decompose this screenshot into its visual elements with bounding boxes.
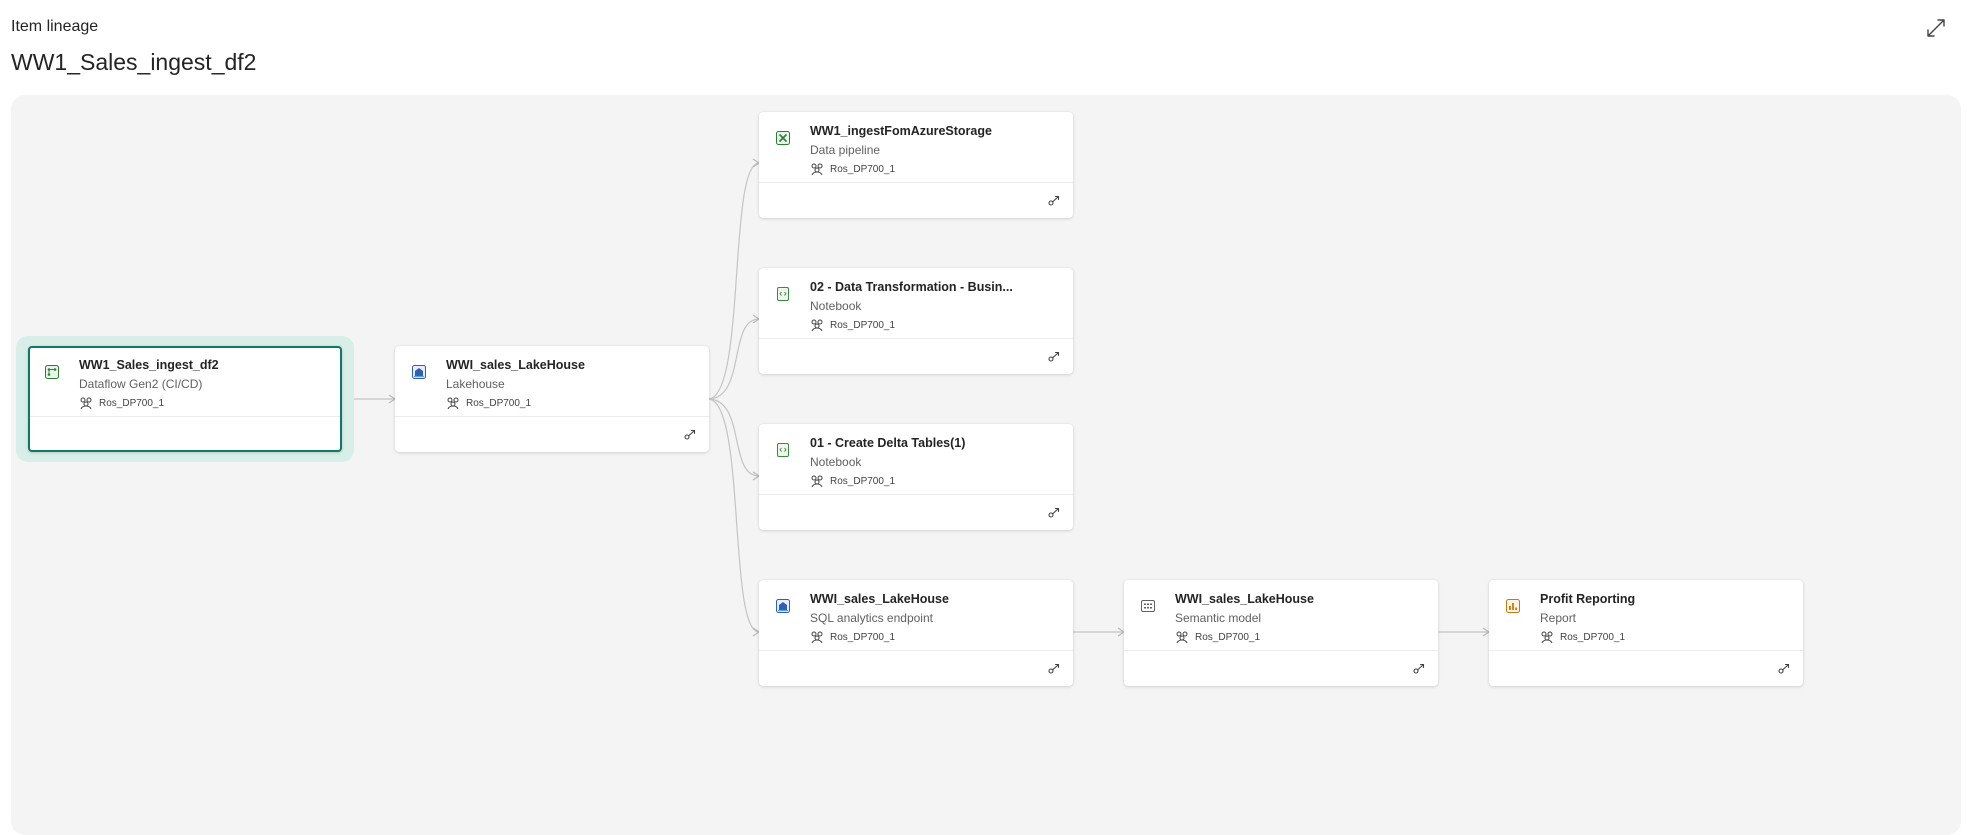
notebook-icon [777, 287, 789, 301]
lineage-node-report[interactable]: Profit Reporting Report Ros_DP700_1 [1489, 580, 1803, 686]
lineage-node-semantic-model[interactable]: WWI_sales_LakeHouse Semantic model Ros_D… [1124, 580, 1438, 686]
workspace-icon [811, 163, 823, 176]
node-type: Lakehouse [446, 377, 505, 391]
node-type: Data pipeline [810, 143, 881, 157]
node-type: Report [1540, 611, 1577, 625]
node-type: Notebook [810, 299, 862, 313]
page-title: WW1_Sales_ingest_df2 [11, 49, 257, 75]
lakehouse-icon [412, 365, 426, 379]
node-divider [395, 416, 709, 417]
workspace-icon [80, 397, 92, 410]
edge-lakehouse-to-pipeline [707, 162, 760, 400]
workspace-icon [1541, 631, 1553, 644]
node-workspace: Ros_DP700_1 [1560, 632, 1626, 643]
node-divider [759, 650, 1073, 651]
pipeline-icon [776, 131, 790, 145]
workspace-icon [1176, 631, 1188, 644]
node-workspace: Ros_DP700_1 [99, 398, 165, 409]
impact-analysis-icon[interactable] [683, 426, 699, 442]
node-name: Profit Reporting [1540, 592, 1636, 606]
node-name: WWI_sales_LakeHouse [446, 358, 585, 372]
node-workspace: Ros_DP700_1 [830, 164, 896, 175]
lineage-node-dataflow[interactable]: WW1_Sales_ingest_df2 Dataflow Gen2 (CI/C… [28, 346, 342, 452]
node-workspace: Ros_DP700_1 [830, 320, 896, 331]
sql-endpoint-icon [776, 599, 790, 613]
lineage-canvas[interactable]: WW1_Sales_ingest_df2 Dataflow Gen2 (CI/C… [11, 95, 1961, 835]
dataflow-icon [45, 365, 59, 379]
edge-lakehouse-to-notebook2 [707, 318, 760, 400]
section-label: Item lineage [11, 18, 99, 35]
impact-analysis-icon[interactable] [1047, 660, 1063, 676]
node-type: Semantic model [1175, 611, 1262, 625]
workspace-icon [811, 319, 823, 332]
node-divider [1489, 650, 1803, 651]
node-divider [759, 338, 1073, 339]
node-divider [759, 182, 1073, 183]
impact-analysis-icon[interactable] [1047, 192, 1063, 208]
node-divider [30, 416, 340, 417]
expand-diagonal-icon[interactable] [1924, 16, 1948, 40]
lineage-node-notebook-01[interactable]: 01 - Create Delta Tables(1) Notebook Ros… [759, 424, 1073, 530]
node-type: Notebook [810, 455, 862, 469]
node-divider [1124, 650, 1438, 651]
workspace-icon [447, 397, 459, 410]
report-icon [1506, 599, 1520, 613]
node-divider [759, 494, 1073, 495]
node-type: Dataflow Gen2 (CI/CD) [79, 377, 203, 391]
node-name: WWI_sales_LakeHouse [1175, 592, 1314, 606]
node-workspace: Ros_DP700_1 [830, 476, 896, 487]
lineage-node-lakehouse[interactable]: WWI_sales_LakeHouse Lakehouse Ros_DP700_… [395, 346, 709, 452]
node-name: WWI_sales_LakeHouse [810, 592, 949, 606]
edge-lakehouse-to-notebook1 [707, 398, 760, 477]
lineage-node-pipeline[interactable]: WW1_ingestFomAzureStorage Data pipeline … [759, 112, 1073, 218]
lineage-node-notebook-02[interactable]: 02 - Data Transformation - Busin... Note… [759, 268, 1073, 374]
node-name: WW1_Sales_ingest_df2 [79, 358, 219, 372]
semantic-model-icon [1141, 600, 1155, 612]
impact-analysis-icon[interactable] [1412, 660, 1428, 676]
node-name: WW1_ingestFomAzureStorage [810, 124, 992, 138]
lineage-node-sql-endpoint[interactable]: WWI_sales_LakeHouse SQL analytics endpoi… [759, 580, 1073, 686]
workspace-icon [811, 475, 823, 488]
node-workspace: Ros_DP700_1 [830, 632, 896, 643]
node-workspace: Ros_DP700_1 [1195, 632, 1261, 643]
node-workspace: Ros_DP700_1 [466, 398, 532, 409]
node-name: 02 - Data Transformation - Busin... [810, 280, 1013, 294]
impact-analysis-icon[interactable] [1777, 660, 1793, 676]
workspace-icon [811, 631, 823, 644]
node-name: 01 - Create Delta Tables(1) [810, 436, 966, 450]
edge-lakehouse-to-sqlendpoint [707, 398, 760, 633]
node-type: SQL analytics endpoint [810, 611, 933, 625]
notebook-icon [777, 443, 789, 457]
impact-analysis-icon[interactable] [1047, 504, 1063, 520]
impact-analysis-icon[interactable] [1047, 348, 1063, 364]
